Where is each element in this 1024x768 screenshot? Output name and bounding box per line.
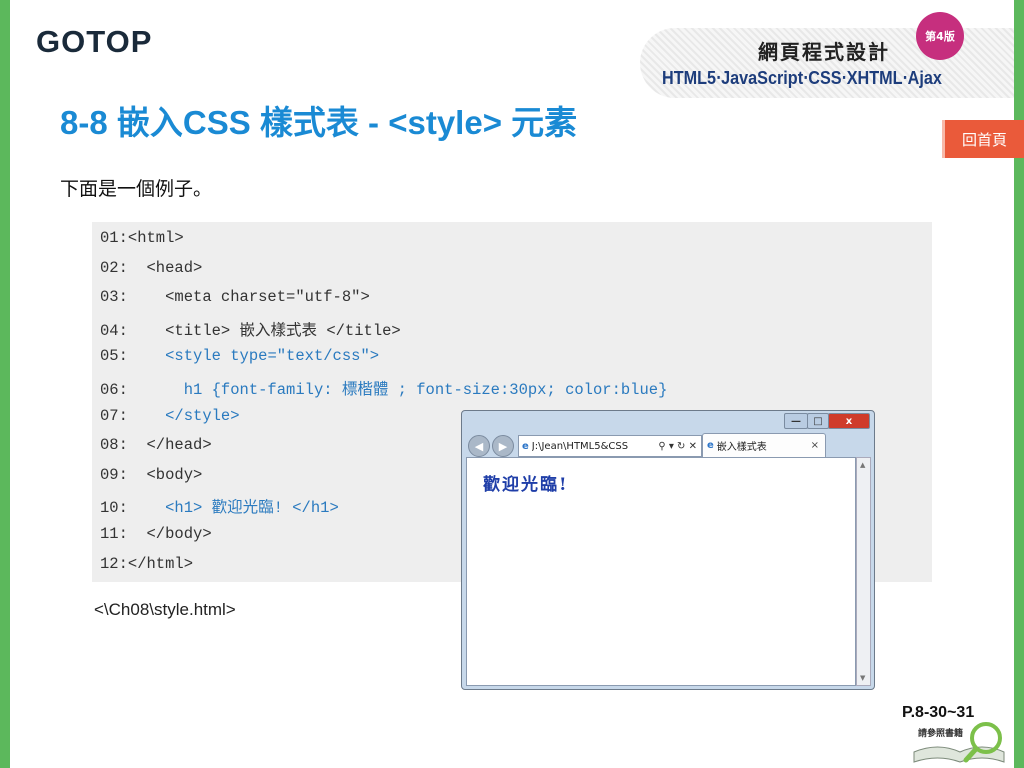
right-accent-bar (1014, 0, 1024, 768)
code-line: 07: </style> (100, 407, 240, 425)
code-line: 10: <h1> 歡迎光臨! </h1> (100, 495, 339, 517)
code-line: 02: <head> (100, 259, 202, 277)
address-bar[interactable]: e J:\Jean\HTML5&CSS ⚲ ▾ ↻ ✕ (518, 435, 702, 457)
line-number: 09: (100, 465, 128, 484)
line-number: 04: (100, 321, 128, 340)
back-button[interactable]: ◀ (468, 435, 490, 457)
ie-page-icon: e (522, 440, 529, 452)
slide-title: 8-8 嵌入CSS 樣式表 - <style> 元素 (60, 104, 578, 141)
home-button[interactable]: 回首頁 (942, 120, 1024, 158)
line-number: 06: (100, 381, 128, 399)
line-number: 11: (100, 525, 128, 543)
code-line: 06: h1 {font-family: 標楷體 ; font-size:30p… (100, 377, 667, 399)
ie-tab-icon: e (707, 440, 714, 451)
code-text: </html> (127, 554, 194, 573)
vertical-scrollbar[interactable]: ▲ ▼ (856, 457, 871, 686)
code-line: 08: </head> (100, 436, 212, 454)
code-line: 03: <meta charset="utf-8"> (100, 288, 370, 306)
line-number: 12: (100, 554, 128, 573)
file-path-label: <\Ch08\style.html> (94, 600, 236, 619)
line-number: 01: (100, 229, 128, 247)
code-text: <body> (127, 465, 203, 484)
code-line: 09: <body> (100, 466, 202, 484)
code-text: </body> (127, 525, 212, 543)
line-number: 03: (100, 288, 128, 307)
rendered-h1: 歡迎光臨! (483, 475, 569, 495)
magnifier-book-icon (913, 722, 1005, 763)
code-line: 04: <title> 嵌入樣式表 </title> (100, 318, 401, 340)
code-highlight: h1 {font-family: 標楷體 ; font-size:30px; c… (183, 381, 668, 399)
code-line: 12:</html> (100, 555, 193, 573)
scroll-down-icon[interactable]: ▼ (860, 674, 865, 682)
tab-title: 嵌入樣式表 (716, 442, 767, 453)
code-text: <meta charset="utf-8"> (127, 288, 370, 307)
code-text: <title> 嵌入樣式表 </title> (127, 321, 401, 340)
code-highlight: </style> (165, 406, 240, 425)
browser-window: — □ x ◀ ▶ e J:\Jean\HTML5&CSS ⚲ ▾ ↻ ✕ e … (461, 410, 875, 690)
left-accent-bar (0, 0, 10, 768)
browser-viewport: 歡迎光臨! (466, 457, 856, 686)
code-line: 05: <style type="text/css"> (100, 347, 379, 365)
gotop-logo: GOTOP (36, 24, 153, 59)
browser-tab[interactable]: e 嵌入樣式表 × (702, 433, 826, 457)
address-text: J:\Jean\HTML5&CSS (531, 440, 629, 452)
intro-text: 下面是一個例子。 (60, 178, 213, 200)
code-line: 11: </body> (100, 525, 212, 543)
page-number: P.8-30~31 (902, 704, 975, 721)
code-text: </head> (127, 436, 212, 455)
line-number: 08: (100, 436, 128, 455)
code-highlight: <style type="text/css"> (165, 347, 380, 366)
forward-button[interactable]: ▶ (492, 435, 514, 457)
close-button[interactable]: x (828, 413, 870, 429)
line-number: 10: (100, 499, 128, 518)
book-title: 網頁程式設計 (758, 40, 890, 64)
line-number: 02: (100, 258, 128, 277)
code-text: <html> (127, 229, 184, 247)
maximize-button[interactable]: □ (807, 413, 829, 429)
scroll-up-icon[interactable]: ▲ (860, 461, 865, 469)
address-tools-icons[interactable]: ⚲ ▾ ↻ ✕ (658, 441, 697, 452)
line-number: 07: (100, 406, 128, 425)
page-note: 請參照書籍 (918, 729, 964, 739)
code-highlight: <h1> 歡迎光臨! </h1> (165, 499, 339, 518)
code-line: 01:<html> (100, 229, 184, 247)
book-subtitle: HTML5‧JavaScript‧CSS‧XHTML‧Ajax (662, 68, 942, 88)
edition-badge: 第4版 (916, 12, 964, 60)
tab-close-icon[interactable]: × (811, 440, 819, 451)
code-text: <head> (127, 258, 203, 277)
line-number: 05: (100, 347, 128, 366)
minimize-button[interactable]: — (784, 413, 808, 429)
